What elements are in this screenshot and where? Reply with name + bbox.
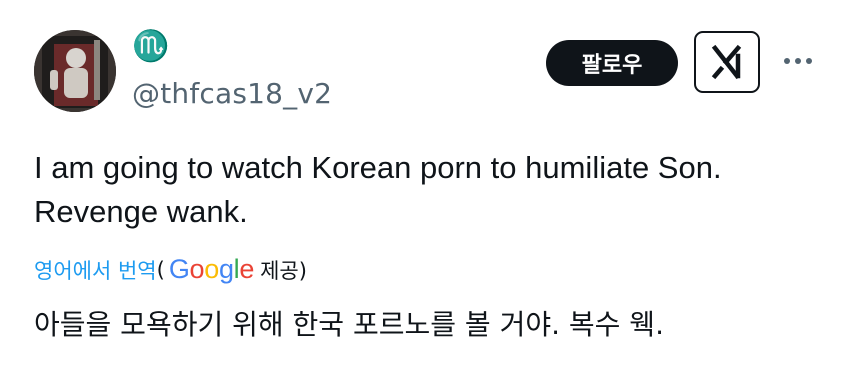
provided-label: 제공) [260, 259, 307, 283]
grok-icon [711, 44, 742, 80]
more-icon [784, 58, 812, 64]
google-logo: Google [168, 253, 255, 284]
tweet-text: I am going to watch Korean porn to humil… [34, 146, 824, 234]
translate-link[interactable]: 영어에서 번역 [34, 255, 157, 285]
grok-button[interactable] [694, 31, 760, 93]
translation-attribution: 영어에서 번역 ( Google 제공) [34, 252, 307, 288]
avatar-image [34, 30, 116, 112]
avatar[interactable] [34, 30, 116, 112]
tweet-text-line: I am going to watch Korean porn to humil… [34, 150, 722, 185]
user-handle[interactable]: @thfcas18_v2 [132, 76, 332, 112]
tweet-text-line: Revenge wank. [34, 194, 248, 229]
follow-button[interactable]: 팔로우 [546, 40, 678, 86]
more-button[interactable] [778, 43, 818, 79]
display-name[interactable]: ♏ [132, 30, 169, 64]
open-paren: ( [156, 258, 165, 282]
translated-text: 아들을 모욕하기 위해 한국 포르노를 볼 거야. 복수 웩. [34, 308, 664, 341]
